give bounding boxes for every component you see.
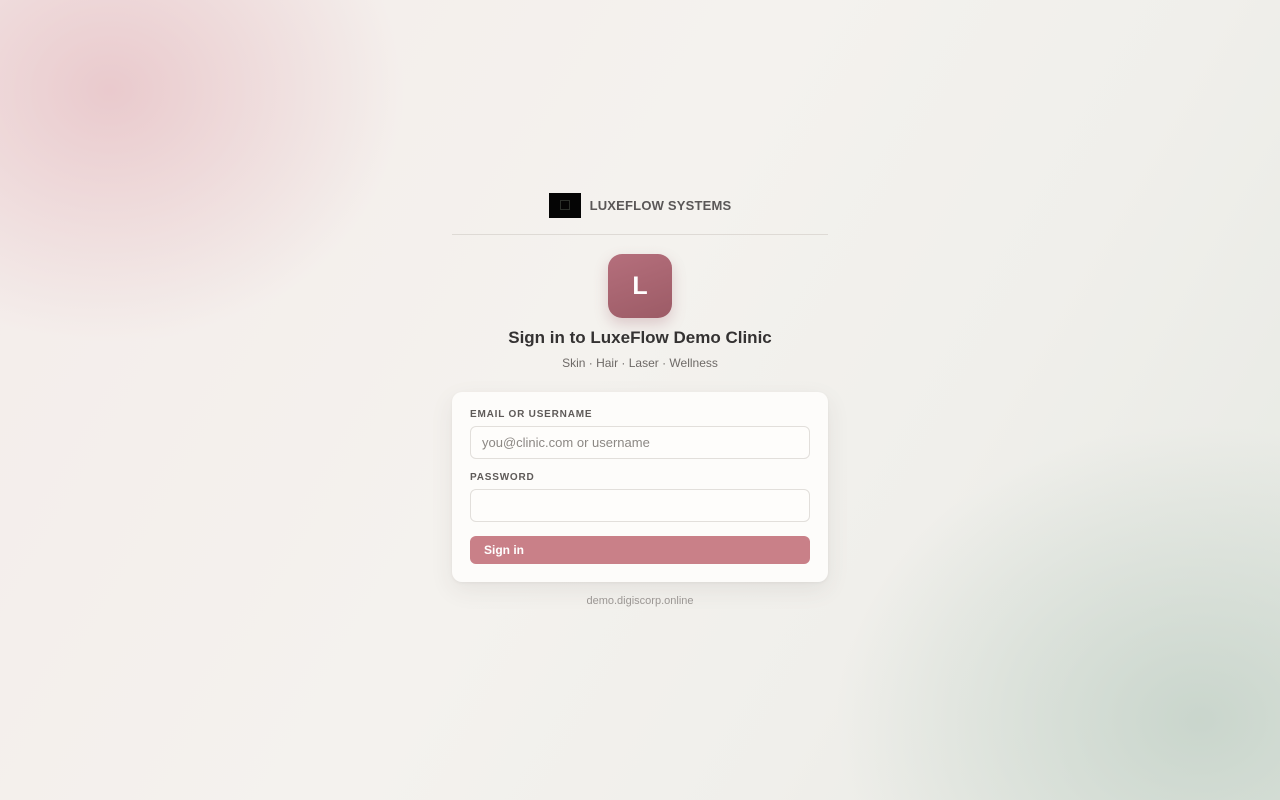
brand-header: LUXEFLOW SYSTEMS [452, 192, 828, 218]
sign-in-button[interactable]: Sign in [470, 536, 810, 564]
email-label: EMAIL OR USERNAME [470, 409, 593, 420]
password-field[interactable] [470, 489, 810, 522]
clinic-avatar-letter: L [632, 271, 648, 300]
company-logo-icon [548, 192, 581, 218]
email-field[interactable] [470, 426, 810, 459]
brand-name: LUXEFLOW SYSTEMS [589, 197, 732, 213]
login-card: EMAIL OR USERNAME PASSWORD Sign in [452, 392, 828, 582]
clinic-avatar: L [608, 254, 672, 318]
password-label: PASSWORD [470, 472, 535, 483]
footer-domain: demo.digiscorp.online [586, 595, 694, 607]
page-subtitle: Skin · Hair · Laser · Wellness [562, 356, 718, 370]
header-divider [452, 234, 828, 235]
page-title: Sign in to LuxeFlow Demo Clinic [508, 328, 772, 347]
